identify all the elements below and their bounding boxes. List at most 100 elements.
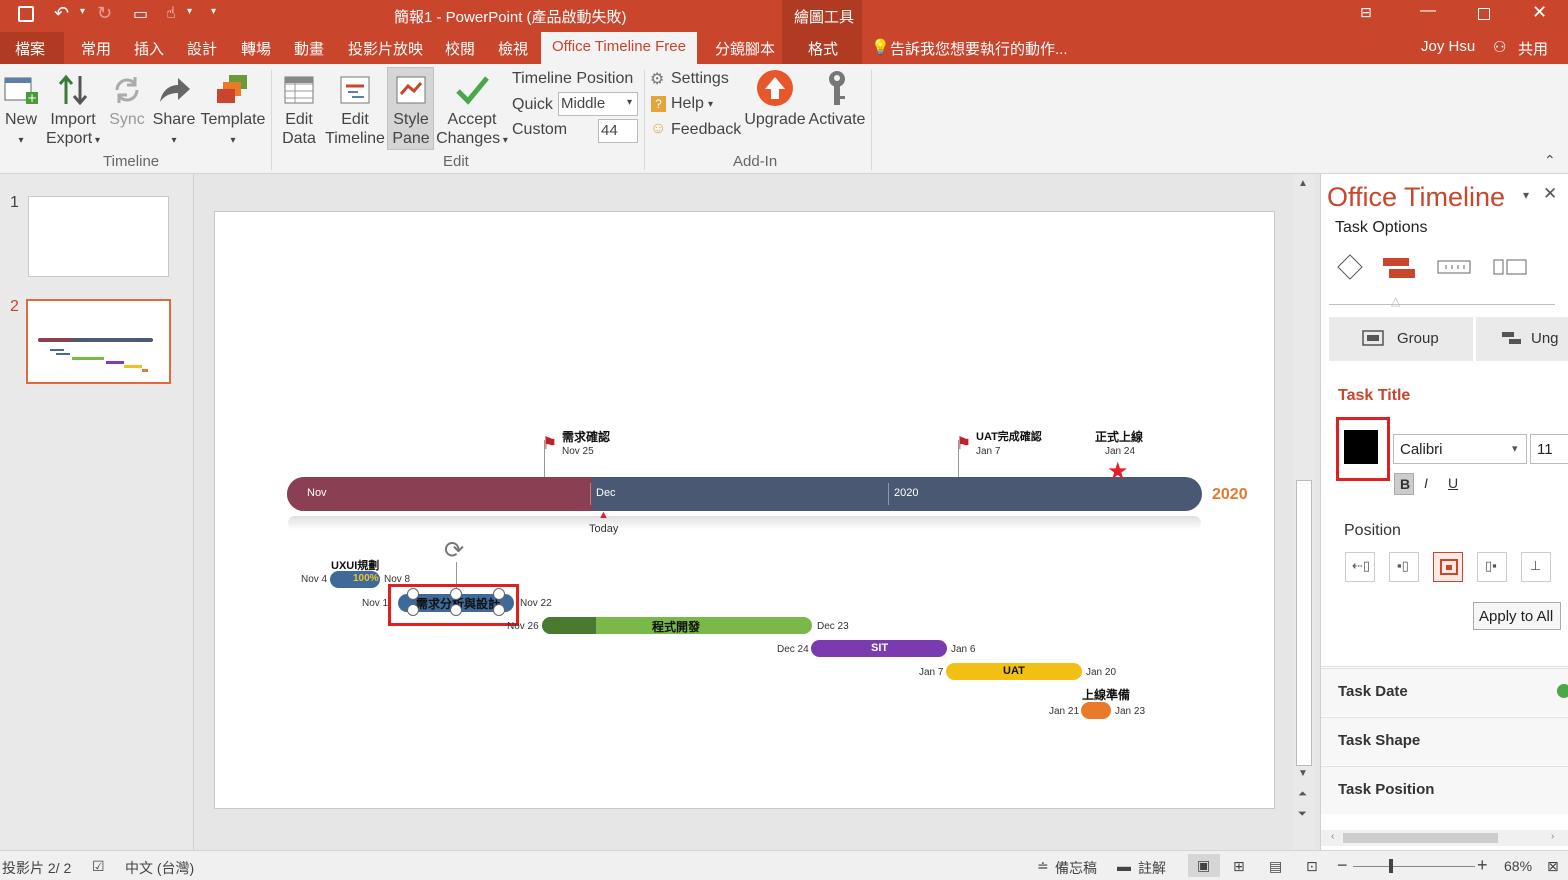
task-position-section[interactable]: Task Position <box>1321 766 1568 814</box>
position-far-left-button[interactable]: ⇠▯ <box>1345 552 1375 582</box>
timeline-band[interactable]: Nov Dec 2020 <box>287 477 1202 511</box>
apply-to-all-button[interactable]: Apply to All <box>1473 602 1561 630</box>
scroll-left-icon[interactable]: ‹ <box>1331 831 1334 842</box>
bold-button[interactable]: B <box>1394 473 1414 495</box>
notes-button[interactable]: 備忘稿 <box>1055 858 1097 878</box>
template-button[interactable]: Template ▾ <box>199 72 267 150</box>
task-bar[interactable]: 100% <box>330 571 380 588</box>
undo-icon[interactable]: ↶ <box>54 3 69 24</box>
quick-position-select[interactable]: Middle ▾ <box>558 92 638 116</box>
slideshow-icon[interactable]: ⊡ <box>1306 858 1318 875</box>
pane-options-dropdown-icon[interactable]: ▾ <box>1523 188 1529 202</box>
task-bar[interactable]: SIT <box>811 640 947 657</box>
settings-button[interactable]: ⚙ Settings <box>650 69 740 91</box>
underline-button[interactable]: U <box>1443 473 1463 495</box>
slide-thumbnail-2[interactable] <box>26 299 171 384</box>
year-label[interactable]: 2020 <box>1212 486 1248 504</box>
share-button[interactable]: 共用 <box>1518 38 1548 59</box>
star-icon[interactable]: ★ <box>1107 460 1129 484</box>
tab-office-timeline[interactable]: Office Timeline Free <box>541 32 697 64</box>
pane-close-icon[interactable]: ✕ <box>1543 184 1557 204</box>
save-icon[interactable] <box>18 6 34 22</box>
feedback-button[interactable]: ☺ Feedback <box>650 120 742 142</box>
zoom-slider[interactable] <box>1353 866 1475 867</box>
group-button[interactable]: Group <box>1329 317 1473 361</box>
zoom-slider-thumb[interactable] <box>1389 859 1393 873</box>
zoom-level[interactable]: 68% <box>1504 858 1532 874</box>
position-center-button[interactable] <box>1433 552 1463 582</box>
tab-animations[interactable]: 動畫 <box>294 38 324 59</box>
tab-design[interactable]: 設計 <box>187 38 217 59</box>
tab-storyboard[interactable]: 分鏡腳本 <box>715 38 775 59</box>
layout-icon[interactable] <box>1493 259 1527 275</box>
reading-view-icon[interactable]: ▤ <box>1269 858 1282 875</box>
user-name[interactable]: Joy Hsu <box>1421 38 1475 55</box>
position-right-button[interactable]: ▯▪ <box>1477 552 1507 582</box>
normal-view-button[interactable]: ▣ <box>1188 854 1220 877</box>
today-marker-icon[interactable]: ▲ <box>598 510 609 521</box>
close-icon[interactable]: ✕ <box>1532 2 1547 23</box>
tab-review[interactable]: 校閱 <box>445 38 475 59</box>
edit-timeline-button[interactable]: Edit Timeline <box>323 72 387 148</box>
tab-transitions[interactable]: 轉場 <box>241 38 271 59</box>
next-slide-icon[interactable]: ⏷ <box>1298 808 1307 821</box>
presentation-icon[interactable]: ▭ <box>133 4 148 24</box>
tab-format[interactable]: 格式 <box>808 38 838 59</box>
collapse-ribbon-icon[interactable]: ⌃ <box>1544 152 1556 169</box>
flag-icon[interactable]: ⚑ <box>542 435 557 452</box>
fit-slide-icon[interactable]: ⊠ <box>1547 858 1559 875</box>
comments-icon[interactable]: ▬ <box>1117 858 1131 874</box>
activate-button[interactable]: Activate <box>806 68 868 129</box>
ribbon-display-icon[interactable]: ⊟ <box>1360 4 1372 21</box>
redo-icon[interactable]: ↻ <box>97 3 112 24</box>
milestone-title[interactable]: UAT完成確認 <box>976 428 1042 444</box>
zoom-in-icon[interactable]: + <box>1477 855 1488 876</box>
scrollbar-thumb[interactable] <box>1296 480 1312 766</box>
undo-dropdown-icon[interactable]: ▾ <box>80 6 85 17</box>
font-size-input[interactable]: 11 <box>1530 434 1568 464</box>
share-ribbon-button[interactable]: Share ▾ <box>152 72 196 150</box>
import-export-button[interactable]: Import Export ▾ <box>44 72 102 150</box>
sync-button[interactable]: Sync <box>106 72 148 129</box>
flag-icon[interactable]: ⚑ <box>956 435 971 452</box>
notes-icon[interactable]: ≐ <box>1037 858 1049 875</box>
edit-data-button[interactable]: Edit Data <box>279 72 319 148</box>
task-date-section[interactable]: Task Date <box>1321 668 1568 716</box>
scroll-down-icon[interactable]: ▼ <box>1298 768 1308 779</box>
restore-icon[interactable] <box>1478 8 1490 20</box>
upgrade-button[interactable]: Upgrade <box>744 68 806 129</box>
tab-slideshow[interactable]: 投影片放映 <box>348 38 423 59</box>
custom-position-input[interactable]: 44 <box>598 119 638 143</box>
tab-view[interactable]: 檢視 <box>498 38 528 59</box>
task-bar-icon[interactable] <box>1383 256 1415 280</box>
task-title[interactable]: 上線準備 <box>1082 686 1130 703</box>
scroll-up-icon[interactable]: ▲ <box>1298 178 1308 189</box>
pane-horizontal-scrollbar[interactable]: ‹ › <box>1321 830 1568 846</box>
timeband-icon[interactable] <box>1437 259 1471 275</box>
minimize-icon[interactable]: — <box>1420 2 1436 20</box>
ungroup-button[interactable]: Ung <box>1476 317 1568 361</box>
scroll-right-icon[interactable]: › <box>1551 831 1554 842</box>
help-button[interactable]: ? Help ▾ <box>650 94 720 116</box>
spell-check-icon[interactable]: ☑ <box>92 858 105 875</box>
position-left-button[interactable]: ▪▯ <box>1389 552 1419 582</box>
new-button[interactable]: + New ▾ <box>2 72 40 150</box>
tab-insert[interactable]: 插入 <box>134 38 164 59</box>
style-pane-button[interactable]: Style Pane <box>389 72 433 148</box>
font-family-select[interactable]: Calibri ▾ <box>1393 434 1527 464</box>
italic-button[interactable]: I <box>1418 473 1438 495</box>
task-shape-section[interactable]: Task Shape <box>1321 717 1568 765</box>
touch-dropdown-icon[interactable]: ▾ <box>187 6 192 17</box>
task-bar[interactable]: UAT <box>946 663 1082 680</box>
tell-me-box[interactable]: 告訴我您想要執行的動作... <box>890 38 1068 59</box>
milestone-shape-icon[interactable] <box>1337 254 1363 280</box>
milestone-title[interactable]: 正式上線 <box>1095 428 1143 445</box>
position-below-button[interactable]: ⊥ <box>1521 552 1551 582</box>
accept-changes-button[interactable]: Accept Changes ▾ <box>436 72 508 150</box>
task-date-toggle-icon[interactable] <box>1557 684 1568 698</box>
scrollbar-thumb[interactable] <box>1343 833 1498 843</box>
zoom-out-icon[interactable]: − <box>1337 855 1348 876</box>
task-bar[interactable]: 程式開發 <box>542 617 812 634</box>
slide-sorter-icon[interactable]: ⊞ <box>1233 858 1245 875</box>
language-indicator[interactable]: 中文 (台灣) <box>125 858 194 878</box>
